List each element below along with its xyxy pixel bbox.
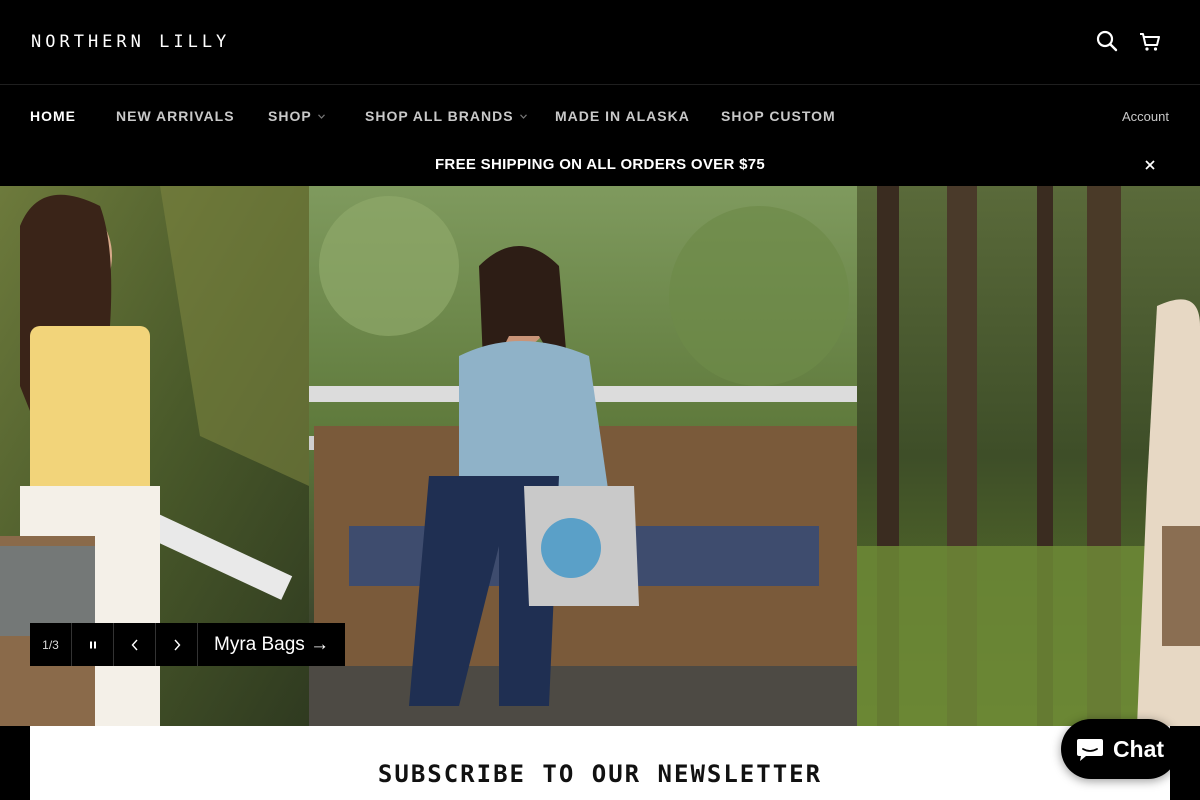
newsletter-title: SUBSCRIBE TO OUR NEWSLETTER <box>377 760 823 788</box>
nav-item-label: MADE IN ALASKA <box>555 108 690 124</box>
main-navigation: HOME NEW ARRIVALS SHOP SHOP ALL BRANDS M… <box>0 86 1200 144</box>
nav-item-new-arrivals[interactable]: NEW ARRIVALS <box>116 108 235 124</box>
next-slide-button[interactable] <box>156 623 198 666</box>
slide-counter: 1/3 <box>30 623 72 666</box>
nav-item-shop-all-brands[interactable]: SHOP ALL BRANDS <box>365 108 527 124</box>
previous-slide-button[interactable] <box>114 623 156 666</box>
chat-label: Chat <box>1112 735 1165 762</box>
chat-bubble-icon <box>1076 739 1103 761</box>
close-icon[interactable] <box>1142 157 1158 173</box>
nav-item-label: NEW ARRIVALS <box>116 108 235 124</box>
brand-logo[interactable]: NORTHERN LILLY <box>31 32 230 52</box>
search-icon[interactable] <box>1094 28 1120 54</box>
site-header: NORTHERN LILLY <box>0 0 1200 85</box>
chevron-right-icon <box>173 639 180 650</box>
slideshow-controls: 1/3 Myra Bags → <box>30 623 346 666</box>
nav-item-shop-custom[interactable]: SHOP CUSTOM <box>721 108 836 124</box>
chevron-left-icon <box>131 639 138 650</box>
announcement-text: FREE SHIPPING ON ALL ORDERS OVER $75 <box>434 156 766 173</box>
announcement-bar: FREE SHIPPING ON ALL ORDERS OVER $75 <box>0 144 1200 186</box>
pause-button[interactable] <box>72 623 114 666</box>
nav-item-label: SHOP <box>268 108 312 124</box>
nav-item-shop[interactable]: SHOP <box>268 108 325 124</box>
chat-button[interactable]: Chat <box>1061 719 1178 779</box>
nav-item-made-in-alaska[interactable]: MADE IN ALASKA <box>555 108 690 124</box>
nav-item-label: SHOP CUSTOM <box>721 108 836 124</box>
chevron-down-icon <box>519 113 527 119</box>
nav-item-label: HOME <box>30 108 76 124</box>
account-link[interactable]: Account <box>1122 109 1169 124</box>
chevron-down-icon <box>317 113 325 119</box>
hero-image-center <box>309 186 857 726</box>
newsletter-section: SUBSCRIBE TO OUR NEWSLETTER <box>30 726 1170 800</box>
slide-link[interactable]: Myra Bags → <box>198 623 345 666</box>
pause-icon <box>89 641 96 648</box>
cart-icon[interactable] <box>1137 28 1163 54</box>
hero-image-right <box>857 186 1200 726</box>
nav-item-label: SHOP ALL BRANDS <box>365 108 514 124</box>
nav-item-home[interactable]: HOME <box>30 108 76 124</box>
hero-slideshow: 1/3 Myra Bags → <box>0 186 1200 726</box>
